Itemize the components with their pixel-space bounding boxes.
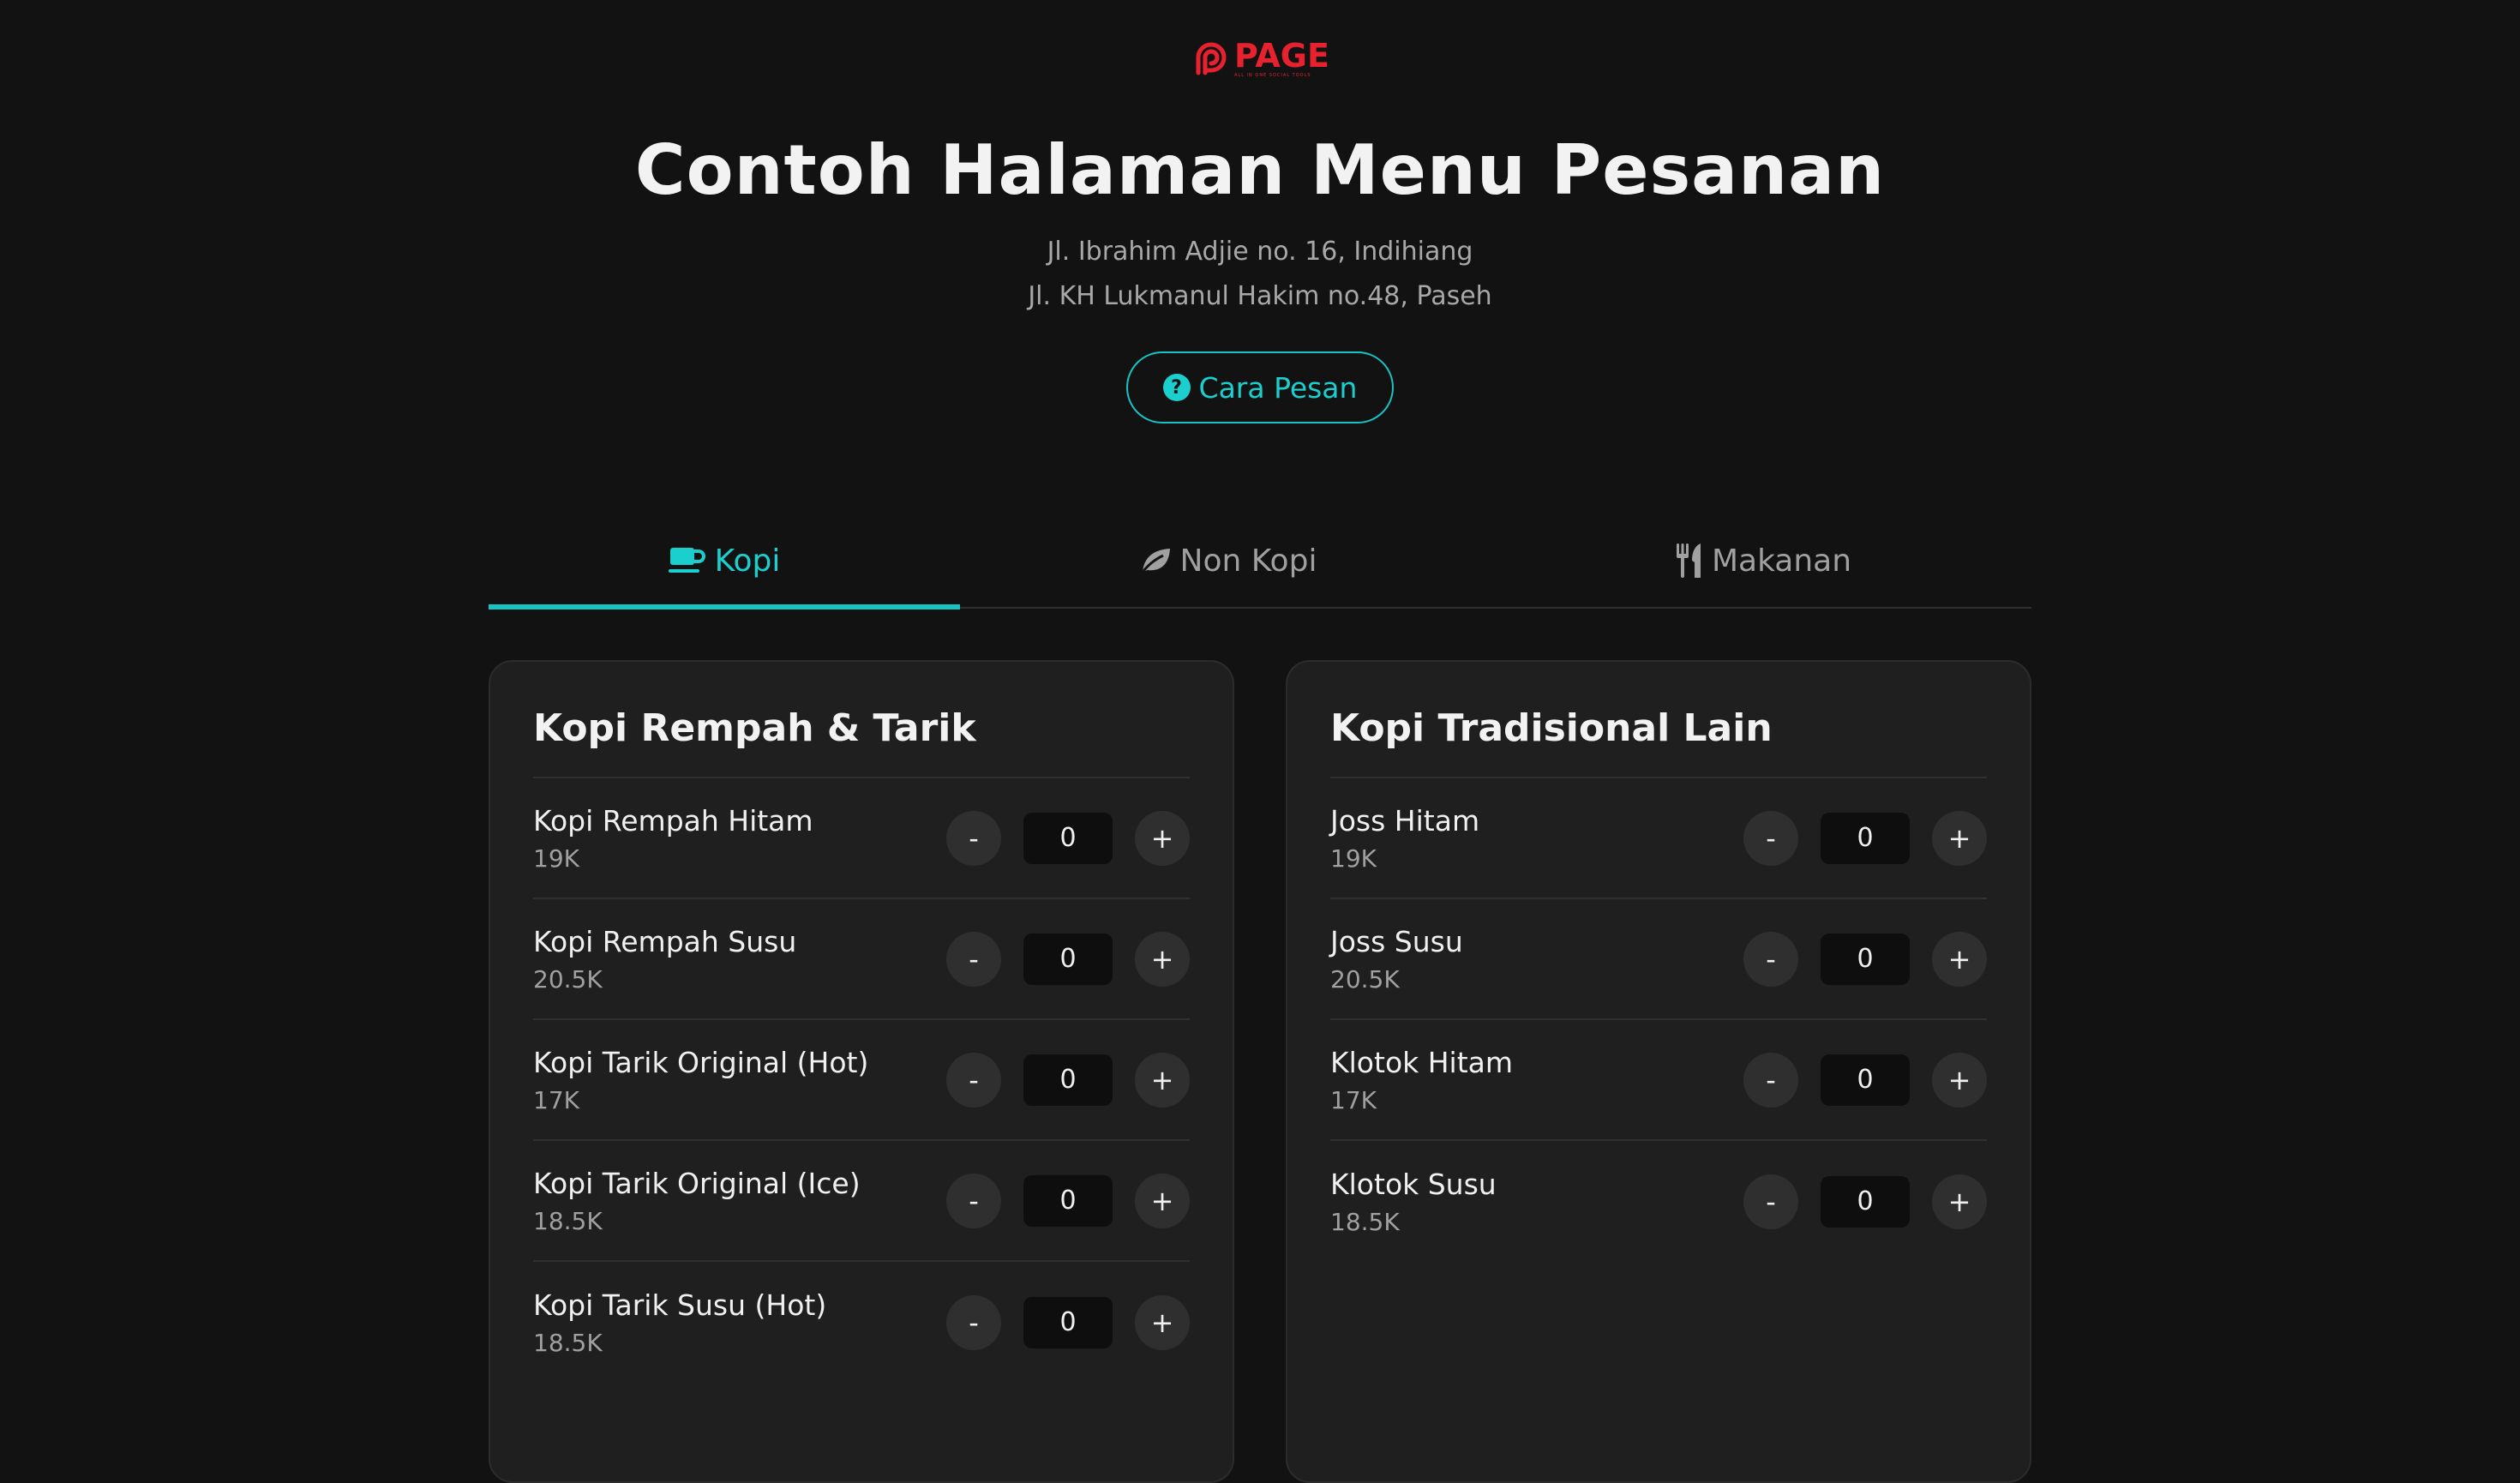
how-to-order-label: Cara Pesan (1198, 370, 1358, 405)
item-name: Kopi Tarik Original (Ice) (533, 1166, 861, 1200)
menu-item: Klotok Hitam 17K - + (1330, 1020, 1987, 1141)
menu-item: Klotok Susu 18.5K - + (1330, 1141, 1987, 1262)
address-line-2: Jl. KH Lukmanul Hakim no.48, Paseh (1028, 281, 1492, 311)
quantity-stepper: - + (946, 810, 1190, 866)
logo-wordmark: PAGE (1234, 36, 1329, 75)
increase-button[interactable]: + (1135, 1294, 1190, 1350)
section-title: Kopi Rempah & Tarik (533, 662, 1190, 778)
increase-button[interactable]: + (1932, 810, 1987, 866)
quantity-input[interactable] (1023, 1054, 1113, 1106)
quantity-input[interactable] (1821, 1054, 1910, 1106)
item-price: 18.5K (1330, 1208, 1400, 1237)
quantity-stepper: - + (946, 1173, 1190, 1228)
item-name: Joss Hitam (1330, 803, 1480, 838)
quantity-input[interactable] (1821, 812, 1910, 864)
menu-item: Kopi Rempah Hitam 19K - + (533, 778, 1190, 899)
quantity-input[interactable] (1023, 1296, 1113, 1348)
quantity-stepper: - + (1743, 931, 1987, 987)
quantity-input[interactable] (1821, 933, 1910, 985)
decrease-button[interactable]: - (946, 1173, 1001, 1228)
increase-button[interactable]: + (1135, 810, 1190, 866)
item-name: Joss Susu (1330, 924, 1463, 958)
increase-button[interactable]: + (1932, 1052, 1987, 1108)
section-title: Kopi Tradisional Lain (1330, 662, 1987, 778)
tab-kopi-label: Kopi (714, 543, 781, 579)
quantity-stepper: - + (946, 931, 1190, 987)
address-line-1: Jl. Ibrahim Adjie no. 16, Indihiang (1047, 237, 1473, 267)
utensils-icon (1676, 543, 1701, 578)
item-name: Kopi Tarik Original (Hot) (533, 1045, 869, 1079)
increase-button[interactable]: + (1135, 931, 1190, 987)
increase-button[interactable]: + (1932, 1174, 1987, 1229)
decrease-button[interactable]: - (946, 1052, 1001, 1108)
quantity-stepper: - + (1743, 1174, 1987, 1229)
tab-non-kopi[interactable]: Non Kopi (960, 514, 1496, 607)
tab-makanan[interactable]: Makanan (1496, 514, 2031, 607)
page-logo-icon (1196, 42, 1227, 75)
quantity-input[interactable] (1023, 1174, 1113, 1227)
item-price: 20.5K (1330, 965, 1400, 994)
item-price: 18.5K (533, 1207, 603, 1236)
tab-kopi[interactable]: Kopi (489, 514, 960, 609)
menu-item: Joss Hitam 19K - + (1330, 778, 1987, 899)
item-price: 17K (533, 1086, 579, 1115)
decrease-button[interactable]: - (1743, 931, 1798, 987)
quantity-stepper: - + (946, 1294, 1190, 1350)
quantity-input[interactable] (1023, 812, 1113, 864)
logo-tagline: ALL IN ONE SOCIAL TOOLS (1234, 72, 1311, 78)
menu-section-card: Kopi Rempah & Tarik Kopi Rempah Hitam 19… (489, 660, 1234, 1483)
coffee-cup-icon (668, 548, 705, 573)
quantity-stepper: - + (1743, 1052, 1987, 1108)
menu-item: Kopi Tarik Original (Hot) 17K - + (533, 1020, 1190, 1141)
decrease-button[interactable]: - (1743, 1174, 1798, 1229)
item-price: 19K (1330, 844, 1377, 874)
decrease-button[interactable]: - (1743, 1052, 1798, 1108)
leaf-icon (1139, 549, 1170, 575)
decrease-button[interactable]: - (1743, 810, 1798, 866)
menu-item: Joss Susu 20.5K - + (1330, 899, 1987, 1020)
item-name: Kopi Rempah Hitam (533, 803, 813, 838)
question-circle-icon: ? (1162, 374, 1191, 401)
increase-button[interactable]: + (1932, 931, 1987, 987)
decrease-button[interactable]: - (946, 1294, 1001, 1350)
menu-item: Kopi Tarik Original (Ice) 18.5K - + (533, 1141, 1190, 1262)
increase-button[interactable]: + (1135, 1052, 1190, 1108)
quantity-input[interactable] (1023, 933, 1113, 985)
item-price: 18.5K (533, 1329, 603, 1358)
item-name: Klotok Susu (1330, 1167, 1497, 1201)
decrease-button[interactable]: - (946, 810, 1001, 866)
menu-item: Kopi Tarik Susu (Hot) 18.5K - + (533, 1262, 1190, 1383)
brand-logo: PAGE ALL IN ONE SOCIAL TOOLS (1191, 38, 1337, 79)
category-tabs: Kopi Non Kopi Makanan (489, 514, 2031, 609)
item-name: Klotok Hitam (1330, 1045, 1514, 1079)
item-name: Kopi Rempah Susu (533, 924, 797, 958)
how-to-order-button[interactable]: ? Cara Pesan (1126, 351, 1394, 423)
item-name: Kopi Tarik Susu (Hot) (533, 1288, 827, 1322)
quantity-stepper: - + (946, 1052, 1190, 1108)
item-price: 19K (533, 844, 579, 874)
menu-item: Kopi Rempah Susu 20.5K - + (533, 899, 1190, 1020)
item-price: 20.5K (533, 965, 603, 994)
tab-makanan-label: Makanan (1711, 543, 1852, 579)
quantity-stepper: - + (1743, 810, 1987, 866)
item-price: 17K (1330, 1086, 1377, 1115)
menu-section-card: Kopi Tradisional Lain Joss Hitam 19K - +… (1286, 660, 2031, 1483)
quantity-input[interactable] (1821, 1175, 1910, 1228)
page-title: Contoh Halaman Menu Pesanan (634, 130, 1886, 210)
tab-non-kopi-label: Non Kopi (1179, 543, 1317, 579)
decrease-button[interactable]: - (946, 931, 1001, 987)
increase-button[interactable]: + (1135, 1173, 1190, 1228)
